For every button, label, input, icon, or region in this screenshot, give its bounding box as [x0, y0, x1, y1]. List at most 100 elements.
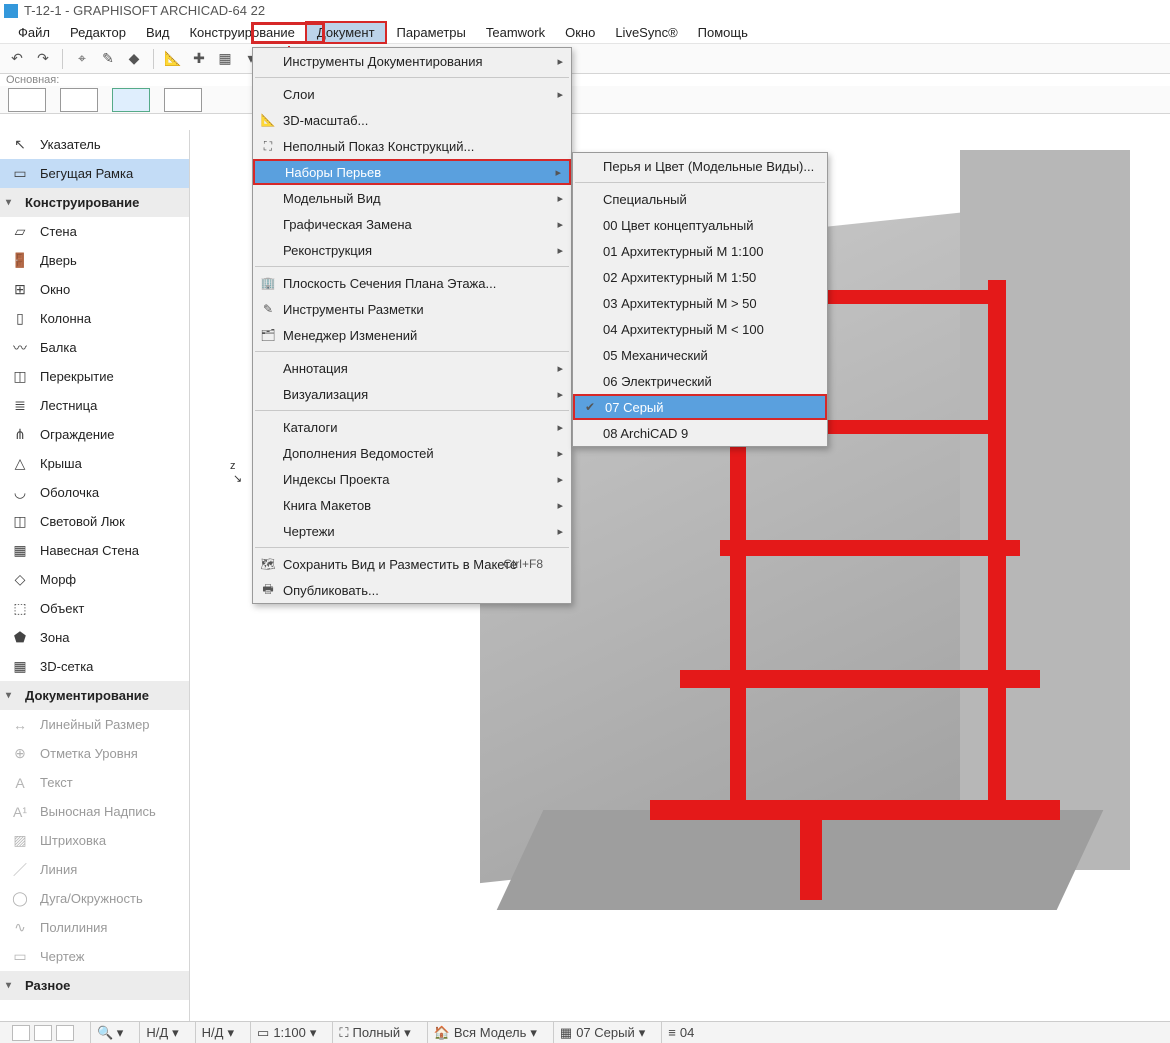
undo-button[interactable]: ↶ [6, 48, 28, 70]
tool-Полилиния[interactable]: ∿Полилиния [0, 913, 189, 942]
menu-item-07 Серый[interactable]: ✔07 Серый [573, 394, 827, 420]
menu-помощь[interactable]: Помощь [688, 23, 758, 42]
marquee-mode-4[interactable] [164, 88, 202, 112]
tool-Балка[interactable]: 〰Балка [0, 333, 189, 362]
menu-item-03 Архитектурный M > 50[interactable]: 03 Архитектурный M > 50 [573, 290, 827, 316]
tool-Окно[interactable]: ⊞Окно [0, 275, 189, 304]
menu-livesync®[interactable]: LiveSync® [605, 23, 687, 42]
tool-Зона[interactable]: ⬟Зона [0, 623, 189, 652]
tool-Линия[interactable]: ／Линия [0, 855, 189, 884]
menu-item-Инструменты Документирования[interactable]: Инструменты Документирования [253, 48, 571, 74]
marquee-mode-3[interactable] [112, 88, 150, 112]
menu-item-06 Электрический[interactable]: 06 Электрический [573, 368, 827, 394]
menu-item-08 ArchiCAD 9[interactable]: 08 ArchiCAD 9 [573, 420, 827, 446]
menu-item-3D-масштаб...[interactable]: 📐3D-масштаб... [253, 107, 571, 133]
status-full[interactable]: ⛶ Полный ▾ [332, 1022, 416, 1043]
menu-конструирование[interactable]: Конструирование [179, 23, 304, 42]
tool-Текст[interactable]: AТекст [0, 768, 189, 797]
tool-Лестница[interactable]: ≣Лестница [0, 391, 189, 420]
menu-item-Менеджер Изменений[interactable]: 🗂Менеджер Изменений [253, 322, 571, 348]
tool-Чертеж[interactable]: ▭Чертеж [0, 942, 189, 971]
tool-section-Разное[interactable]: ▾Разное [0, 971, 189, 1000]
ruler-button[interactable]: 📐 [162, 48, 184, 70]
tool-Световой Люк[interactable]: ◫Световой Люк [0, 507, 189, 536]
tool-Дуга/Окружность[interactable]: ◯Дуга/Окружность [0, 884, 189, 913]
menu-item-01 Архитектурный M 1:100[interactable]: 01 Архитектурный M 1:100 [573, 238, 827, 264]
menu-item-Графическая Замена[interactable]: Графическая Замена [253, 211, 571, 237]
menu-окно[interactable]: Окно [555, 23, 605, 42]
status-pen[interactable]: ▦ 07 Серый ▾ [553, 1022, 651, 1043]
marquee-mode-2[interactable] [60, 88, 98, 112]
tool-Навесная Стена[interactable]: ▦Навесная Стена [0, 536, 189, 565]
tool-Стена[interactable]: ▱Стена [0, 217, 189, 246]
titlebar: T-12-1 - GRAPHISOFT ARCHICAD-64 22 [0, 0, 1170, 22]
status-model[interactable]: 🏠 Вся Модель ▾ [427, 1022, 543, 1043]
wand-button[interactable]: ✎ [97, 48, 119, 70]
tool-Перекрытие[interactable]: ◫Перекрытие [0, 362, 189, 391]
redo-button[interactable]: ↷ [32, 48, 54, 70]
tool-3D-сетка[interactable]: ▦3D-сетка [0, 652, 189, 681]
pen-sets-submenu[interactable]: Перья и Цвет (Модельные Виды)... Специаль… [572, 152, 828, 447]
tool-icon: ⊞ [10, 281, 30, 298]
snap-button[interactable]: ✚ [188, 48, 210, 70]
menu-редактор[interactable]: Редактор [60, 23, 136, 42]
menu-item-Аннотация[interactable]: Аннотация [253, 355, 571, 381]
tool-pointer[interactable]: ↖ Указатель [0, 130, 189, 159]
menu-item-Наборы Перьев[interactable]: Наборы Перьев [253, 159, 571, 185]
menu-item-Инструменты Разметки[interactable]: ✎Инструменты Разметки [253, 296, 571, 322]
tool-Дверь[interactable]: 🚪Дверь [0, 246, 189, 275]
tool-Линейный Размер[interactable]: ↔Линейный Размер [0, 710, 189, 739]
menu-icon: 🗺 [259, 557, 277, 571]
menu-teamwork[interactable]: Teamwork [476, 23, 555, 42]
menu-item-Индексы Проекта[interactable]: Индексы Проекта [253, 466, 571, 492]
tool-Крыша[interactable]: △Крыша [0, 449, 189, 478]
highlight-button[interactable]: ◆ [123, 48, 145, 70]
status-nd2[interactable]: Н/Д ▾ [195, 1022, 240, 1043]
menu-item-Неполный Показ Конструкций...[interactable]: ⛶Неполный Показ Конструкций... [253, 133, 571, 159]
menu-item-Сохранить Вид и Разместить в Макете[interactable]: 🗺Сохранить Вид и Разместить в МакетеCtrl… [253, 551, 571, 577]
status-nd1[interactable]: Н/Д ▾ [139, 1022, 184, 1043]
tool-marquee[interactable]: ▭ Бегущая Рамка [0, 159, 189, 188]
tool-Отметка Уровня[interactable]: ⊕Отметка Уровня [0, 739, 189, 768]
tool-icon: △ [10, 455, 30, 472]
menu-item-Книга Макетов[interactable]: Книга Макетов [253, 492, 571, 518]
menu-item-Опубликовать...[interactable]: 🖶Опубликовать... [253, 577, 571, 603]
status-zoom[interactable]: 🔍 ▾ [90, 1022, 129, 1043]
menu-item-Чертежи[interactable]: Чертежи [253, 518, 571, 544]
menu-параметры[interactable]: Параметры [387, 23, 476, 42]
grid-button[interactable]: ▦ [214, 48, 236, 70]
menu-item-Слои[interactable]: Слои [253, 81, 571, 107]
menu-item-00 Цвет концептуальный[interactable]: 00 Цвет концептуальный [573, 212, 827, 238]
tool-section-Документирование[interactable]: ▾Документирование [0, 681, 189, 710]
tool-Ограждение[interactable]: ⋔Ограждение [0, 420, 189, 449]
menu-item-Специальный[interactable]: Специальный [573, 186, 827, 212]
menu-item-Реконструкция[interactable]: Реконструкция [253, 237, 571, 263]
tool-Колонна[interactable]: ▯Колонна [0, 304, 189, 333]
select-button[interactable]: ⌖ [71, 48, 93, 70]
menu-item-04 Архитектурный M < 100[interactable]: 04 Архитектурный M < 100 [573, 316, 827, 342]
status-scale[interactable]: ▭ 1:100 ▾ [250, 1022, 322, 1043]
tool-Объект[interactable]: ⬚Объект [0, 594, 189, 623]
tool-Выносная Надпись[interactable]: A¹Выносная Надпись [0, 797, 189, 826]
menu-item-02 Архитектурный M 1:50[interactable]: 02 Архитектурный M 1:50 [573, 264, 827, 290]
menu-item-Каталоги[interactable]: Каталоги [253, 414, 571, 440]
tool-Морф[interactable]: ◇Морф [0, 565, 189, 594]
document-menu[interactable]: Инструменты Документирования Слои📐3D-масш… [252, 47, 572, 604]
tool-section-Конструирование[interactable]: ▾Конструирование [0, 188, 189, 217]
menu-item-Дополнения Ведомостей[interactable]: Дополнения Ведомостей [253, 440, 571, 466]
marquee-mode-1[interactable] [8, 88, 46, 112]
menu-item-Перья и Цвет (Модельные Виды)...[interactable]: Перья и Цвет (Модельные Виды)... [573, 153, 827, 179]
tool-icon: 🚪 [10, 252, 30, 269]
menu-item-Визуализация[interactable]: Визуализация [253, 381, 571, 407]
status-last[interactable]: ≡ 04 [661, 1022, 700, 1043]
menu-item-Модельный Вид[interactable]: Модельный Вид [253, 185, 571, 211]
menu-файл[interactable]: Файл [8, 23, 60, 42]
menu-документ[interactable]: Документ [305, 21, 387, 44]
status-history[interactable] [6, 1022, 80, 1043]
tool-Оболочка[interactable]: ◡Оболочка [0, 478, 189, 507]
window-title: T-12-1 - GRAPHISOFT ARCHICAD-64 22 [24, 3, 265, 18]
menu-item-Плоскость Сечения Плана Этажа...[interactable]: 🏢Плоскость Сечения Плана Этажа... [253, 270, 571, 296]
menu-item-05 Механический[interactable]: 05 Механический [573, 342, 827, 368]
tool-Штриховка[interactable]: ▨Штриховка [0, 826, 189, 855]
menu-вид[interactable]: Вид [136, 23, 180, 42]
